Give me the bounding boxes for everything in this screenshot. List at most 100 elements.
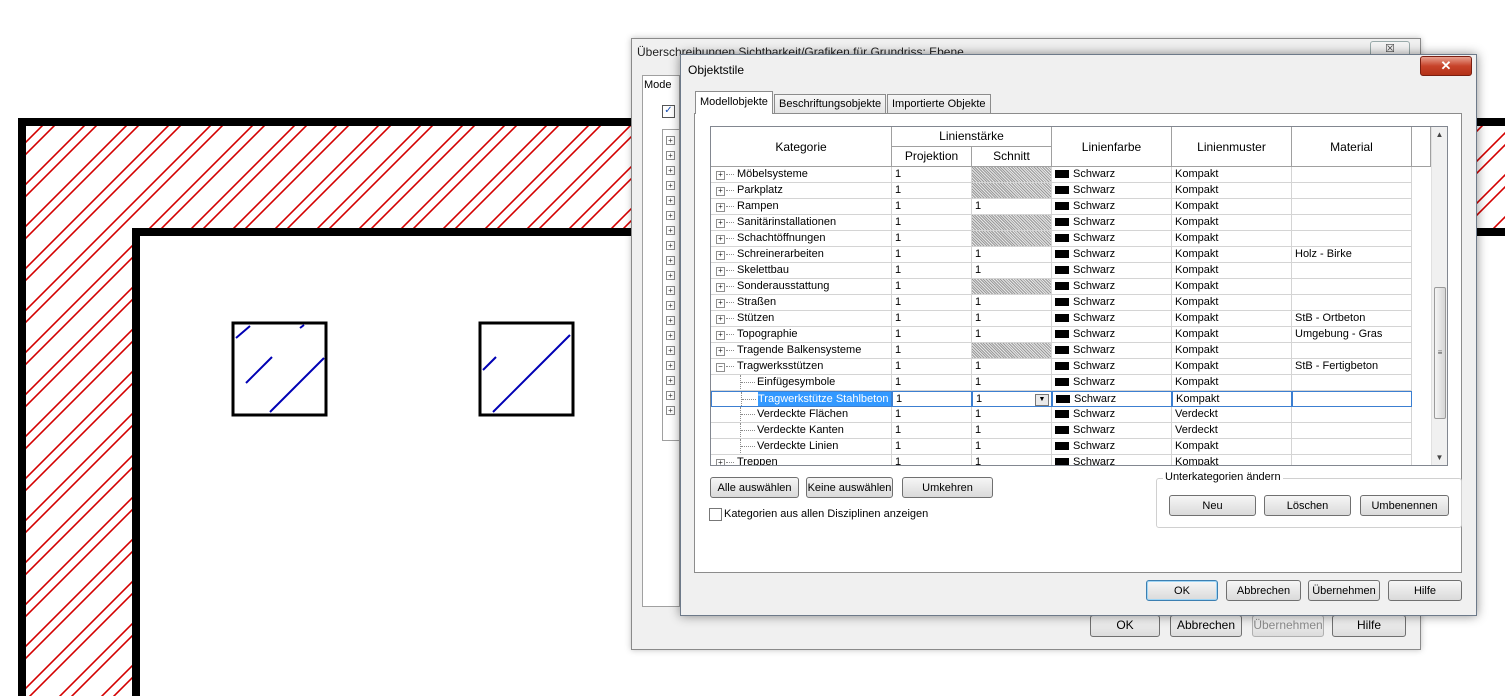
table-row[interactable]: + Skelettbau 1 1 Schwarz Kompakt — [711, 263, 1431, 279]
line-pattern-cell[interactable]: Verdeckt — [1172, 407, 1292, 423]
category-grid[interactable]: Kategorie Linienstärke Projektion Schnit… — [710, 126, 1448, 466]
line-color-cell[interactable]: Schwarz — [1052, 455, 1172, 465]
expand-icon[interactable]: + — [716, 187, 725, 196]
expand-icon[interactable]: + — [666, 361, 675, 370]
expand-icon[interactable]: + — [666, 151, 675, 160]
material-cell[interactable] — [1292, 455, 1412, 465]
projection-weight-cell[interactable]: 1 — [892, 199, 972, 215]
cut-weight-cell[interactable] — [972, 167, 1052, 183]
projection-weight-cell[interactable]: 1 — [892, 407, 972, 423]
material-cell[interactable] — [1292, 423, 1412, 439]
line-color-cell[interactable]: Schwarz — [1052, 215, 1172, 231]
show-all-disciplines-checkbox[interactable] — [709, 508, 722, 521]
line-color-cell[interactable]: Schwarz — [1052, 167, 1172, 183]
help-button[interactable]: Hilfe — [1388, 580, 1462, 601]
table-row[interactable]: + Tragende Balkensysteme 1 Schwarz Kompakt — [711, 343, 1431, 359]
line-color-cell[interactable]: Schwarz — [1052, 359, 1172, 375]
line-pattern-cell[interactable]: Kompakt — [1172, 359, 1292, 375]
category-cell[interactable]: + Rampen — [711, 199, 892, 215]
line-color-cell[interactable]: Schwarz — [1052, 183, 1172, 199]
expand-icon[interactable]: + — [666, 391, 675, 400]
material-cell[interactable] — [1292, 391, 1412, 407]
expand-icon[interactable]: + — [666, 241, 675, 250]
projection-weight-cell[interactable]: 1 — [892, 439, 972, 455]
expand-icon[interactable]: + — [666, 286, 675, 295]
expand-icon[interactable]: + — [666, 301, 675, 310]
header-linienfarbe[interactable]: Linienfarbe — [1052, 127, 1172, 167]
new-subcategory-button[interactable]: Neu — [1169, 495, 1256, 516]
cut-weight-cell[interactable]: 1 — [972, 263, 1052, 279]
category-cell[interactable]: + Sanitärinstallationen — [711, 215, 892, 231]
category-cell[interactable]: Tragwerkstütze Stahlbeton — [711, 391, 892, 407]
expand-icon[interactable]: + — [666, 166, 675, 175]
line-color-cell[interactable]: Schwarz — [1052, 279, 1172, 295]
dropdown-arrow-icon[interactable]: ▼ — [1035, 394, 1049, 406]
cut-weight-cell[interactable]: 1 — [972, 439, 1052, 455]
cut-weight-cell[interactable] — [972, 215, 1052, 231]
projection-weight-cell[interactable]: 1 — [892, 455, 972, 465]
category-cell[interactable]: Verdeckte Flächen — [711, 407, 892, 423]
expand-icon[interactable]: + — [666, 226, 675, 235]
category-cell[interactable]: + Parkplatz — [711, 183, 892, 199]
line-color-cell[interactable]: Schwarz — [1052, 391, 1172, 407]
column-1[interactable] — [231, 321, 328, 417]
category-cell[interactable]: Einfügesymbole — [711, 375, 892, 391]
category-cell[interactable]: − Tragwerksstützen — [711, 359, 892, 375]
cut-weight-cell[interactable]: 1 — [972, 407, 1052, 423]
header-material[interactable]: Material — [1292, 127, 1412, 167]
collapse-icon[interactable]: − — [716, 363, 725, 372]
category-cell[interactable]: + Skelettbau — [711, 263, 892, 279]
expand-icon[interactable]: + — [716, 251, 725, 260]
material-cell[interactable] — [1292, 215, 1412, 231]
line-color-cell[interactable]: Schwarz — [1052, 247, 1172, 263]
projection-weight-cell[interactable]: 1 — [892, 231, 972, 247]
line-pattern-cell[interactable]: Kompakt — [1172, 199, 1292, 215]
grid-scrollbar[interactable]: ▲ ≡ ▼ — [1431, 127, 1447, 465]
line-pattern-cell[interactable]: Kompakt — [1172, 439, 1292, 455]
ok-button[interactable]: OK — [1146, 580, 1218, 601]
material-cell[interactable] — [1292, 295, 1412, 311]
material-cell[interactable] — [1292, 183, 1412, 199]
cut-weight-cell[interactable] — [972, 231, 1052, 247]
line-color-cell[interactable]: Schwarz — [1052, 295, 1172, 311]
expand-icon[interactable]: + — [666, 271, 675, 280]
rename-subcategory-button[interactable]: Umbenennen — [1360, 495, 1449, 516]
cut-weight-cell[interactable]: 1 — [972, 247, 1052, 263]
line-pattern-cell[interactable]: Verdeckt — [1172, 423, 1292, 439]
projection-weight-cell[interactable]: 1 — [892, 327, 972, 343]
expand-icon[interactable]: + — [716, 235, 725, 244]
select-none-button[interactable]: Keine auswählen — [806, 477, 893, 498]
tab-imported-objects[interactable]: Importierte Objekte — [887, 94, 991, 113]
category-cell[interactable]: + Straßen — [711, 295, 892, 311]
category-cell[interactable]: + Möbelsysteme — [711, 167, 892, 183]
material-cell[interactable]: StB - Fertigbeton — [1292, 359, 1412, 375]
line-pattern-cell[interactable]: Kompakt — [1172, 455, 1292, 465]
expand-icon[interactable]: + — [666, 406, 675, 415]
cancel-button[interactable]: Abbrechen — [1226, 580, 1301, 601]
line-color-cell[interactable]: Schwarz — [1052, 439, 1172, 455]
apply-button[interactable]: Übernehmen — [1308, 580, 1380, 601]
projection-weight-cell[interactable]: 1 — [892, 263, 972, 279]
table-row[interactable]: Verdeckte Linien 1 1 Schwarz Kompakt — [711, 439, 1431, 455]
scroll-down-arrow-icon[interactable]: ▼ — [1432, 450, 1447, 465]
expand-icon[interactable]: + — [716, 347, 725, 356]
table-row[interactable]: + Schreinerarbeiten 1 1 Schwarz Kompakt Holz -… — [711, 247, 1431, 263]
material-cell[interactable] — [1292, 407, 1412, 423]
line-pattern-cell[interactable]: Kompakt — [1172, 279, 1292, 295]
bg-category-list[interactable]: + + + + + + + + + + + + + + + + + + + — [662, 129, 680, 441]
expand-icon[interactable]: + — [666, 376, 675, 385]
expand-icon[interactable]: + — [716, 219, 725, 228]
table-row[interactable]: + Stützen 1 1 Schwarz Kompakt StB - Ortbeton — [711, 311, 1431, 327]
line-color-cell[interactable]: Schwarz — [1052, 423, 1172, 439]
cut-weight-cell[interactable] — [972, 279, 1052, 295]
expand-icon[interactable]: + — [716, 459, 725, 465]
material-cell[interactable] — [1292, 199, 1412, 215]
line-pattern-cell[interactable]: Kompakt — [1172, 247, 1292, 263]
table-row[interactable]: + Straßen 1 1 Schwarz Kompakt — [711, 295, 1431, 311]
table-row[interactable]: + Sonderausstattung 1 Schwarz Kompakt — [711, 279, 1431, 295]
material-cell[interactable]: StB - Ortbeton — [1292, 311, 1412, 327]
line-pattern-cell[interactable]: Kompakt — [1172, 375, 1292, 391]
delete-subcategory-button[interactable]: Löschen — [1264, 495, 1351, 516]
category-cell[interactable]: + Schreinerarbeiten — [711, 247, 892, 263]
cut-weight-cell[interactable]: 1 — [972, 423, 1052, 439]
